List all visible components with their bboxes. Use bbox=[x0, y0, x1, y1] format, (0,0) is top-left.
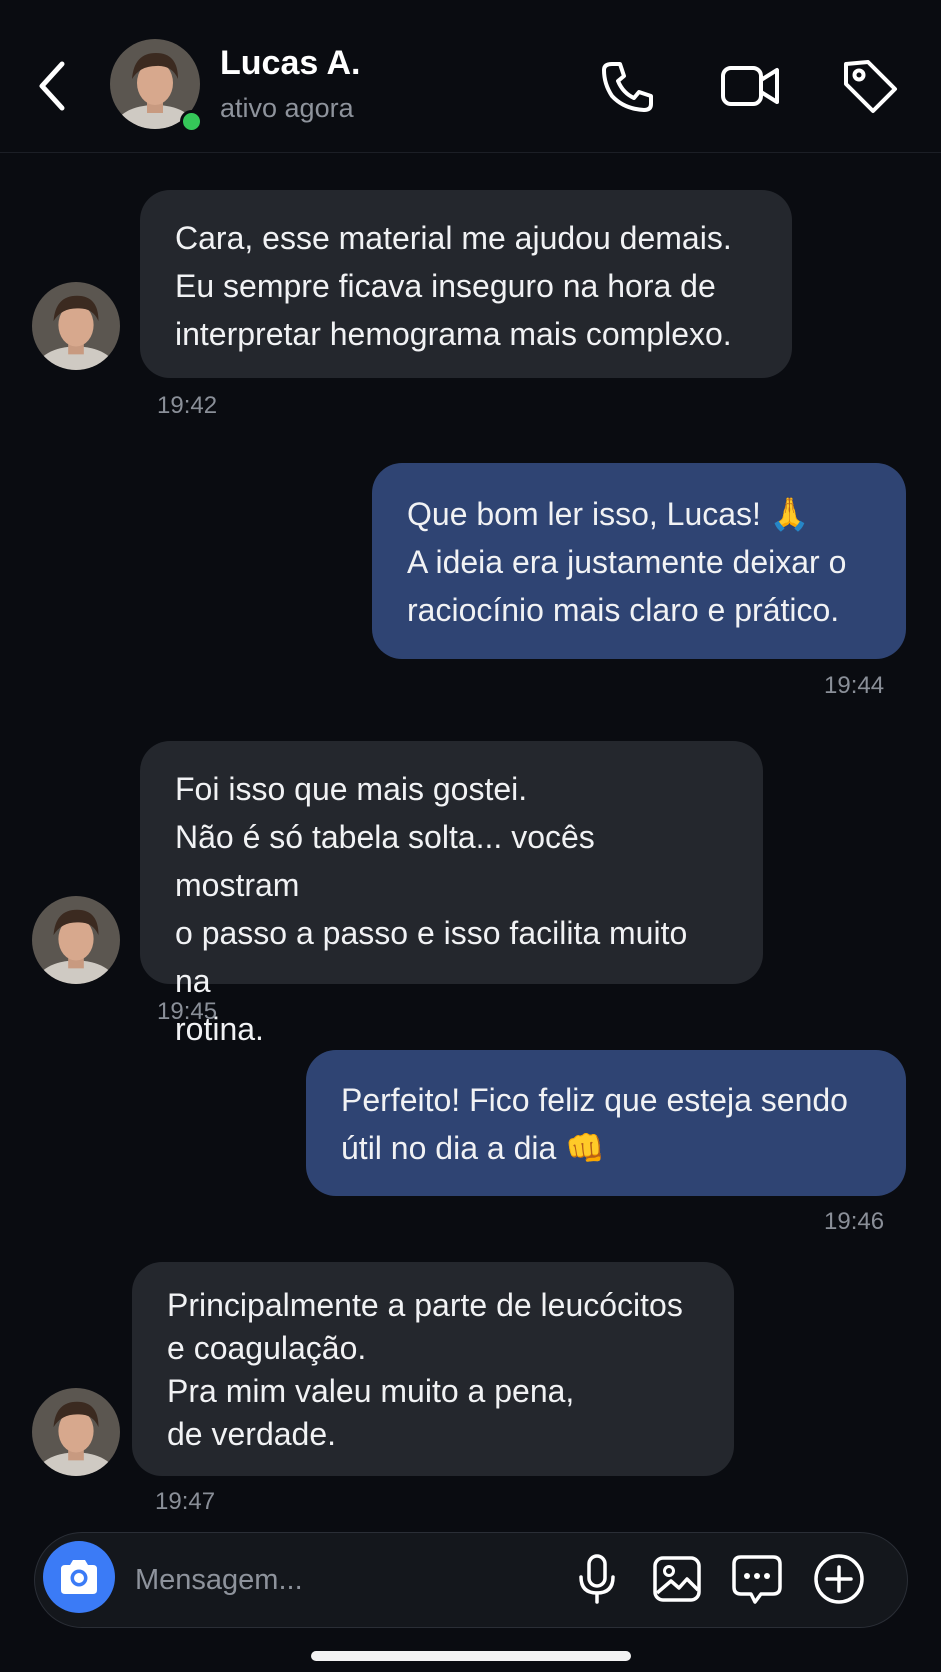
message-time: 19:44 bbox=[824, 672, 885, 699]
video-icon bbox=[721, 66, 779, 106]
contact-avatar[interactable] bbox=[32, 282, 120, 370]
quick-reply-button[interactable] bbox=[729, 1551, 785, 1607]
contact-avatar[interactable] bbox=[32, 1388, 120, 1476]
microphone-icon bbox=[579, 1554, 615, 1604]
message-time: 19:46 bbox=[824, 1208, 885, 1235]
message-input[interactable] bbox=[133, 1555, 537, 1605]
call-button[interactable] bbox=[598, 56, 658, 116]
voice-message-button[interactable] bbox=[569, 1551, 625, 1607]
back-button[interactable] bbox=[34, 56, 74, 116]
chat-bubble-icon bbox=[732, 1555, 782, 1604]
add-attachment-button[interactable] bbox=[811, 1551, 867, 1607]
message-bubble-outgoing[interactable]: Perfeito! Fico feliz que esteja sendo út… bbox=[306, 1050, 906, 1196]
add-icon bbox=[814, 1554, 864, 1604]
video-call-button[interactable] bbox=[720, 56, 780, 116]
back-chevron-icon bbox=[39, 61, 65, 111]
chat-screen: Lucas A. ativo agora Cara, esse material… bbox=[0, 0, 941, 1672]
image-icon bbox=[653, 1556, 701, 1602]
message-composer bbox=[34, 1532, 908, 1628]
phone-icon bbox=[602, 62, 653, 112]
message-bubble-incoming[interactable]: Principalmente a parte de leucócitos e c… bbox=[132, 1262, 734, 1476]
tag-button[interactable] bbox=[840, 56, 900, 116]
message-bubble-incoming[interactable]: Foi isso que mais gostei. Não é só tabel… bbox=[140, 741, 763, 1047]
chat-header: Lucas A. ativo agora bbox=[0, 0, 941, 153]
home-indicator[interactable] bbox=[311, 1651, 631, 1661]
message-bubble-outgoing[interactable]: Que bom ler isso, Lucas! 🙏 A ideia era j… bbox=[372, 463, 906, 659]
camera-button[interactable] bbox=[43, 1541, 115, 1613]
tag-icon bbox=[844, 60, 897, 113]
gallery-button[interactable] bbox=[649, 1551, 705, 1607]
online-indicator bbox=[180, 110, 203, 133]
message-time: 19:42 bbox=[157, 392, 218, 419]
contact-avatar[interactable] bbox=[32, 896, 120, 984]
message-bubble-incoming[interactable]: Cara, esse material me ajudou demais. Eu… bbox=[140, 190, 792, 378]
contact-name[interactable]: Lucas A. bbox=[220, 44, 360, 83]
contact-status: ativo agora bbox=[220, 93, 354, 123]
message-time: 19:45 bbox=[157, 998, 218, 1025]
camera-icon bbox=[61, 1560, 97, 1594]
message-time: 19:47 bbox=[155, 1488, 216, 1515]
